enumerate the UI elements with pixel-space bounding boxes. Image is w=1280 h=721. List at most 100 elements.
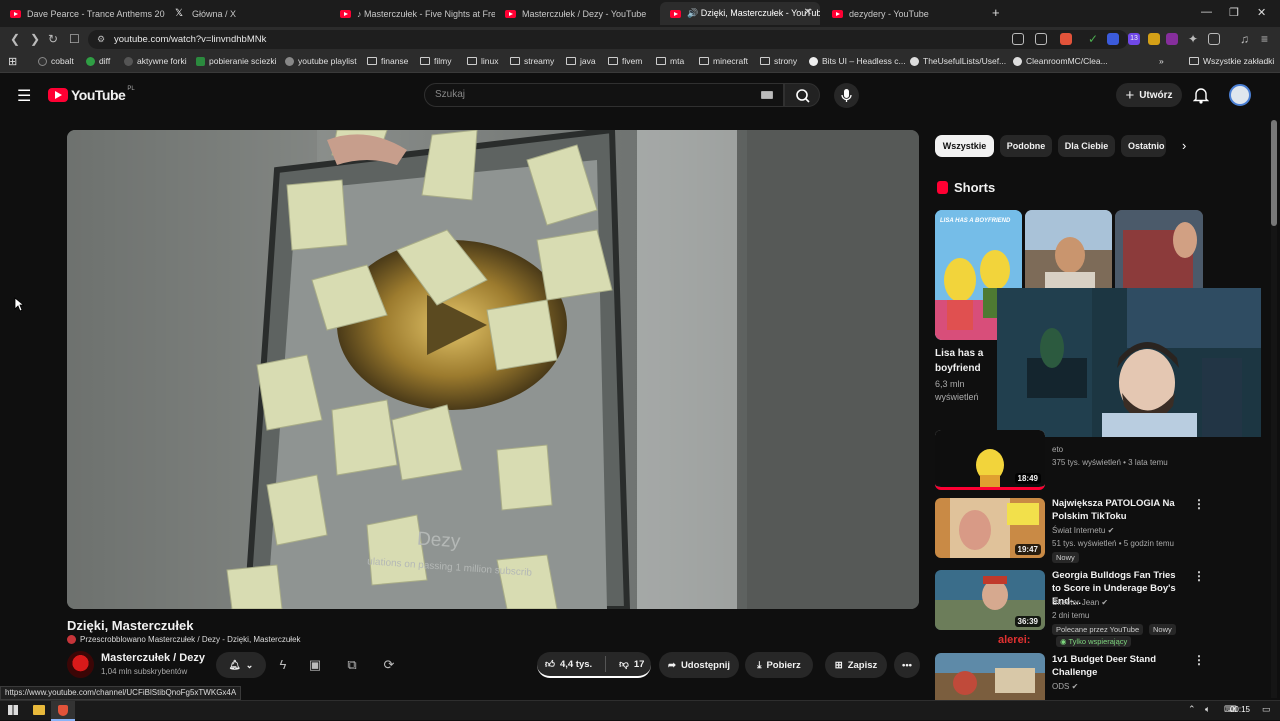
tab-dezydery[interactable]: dezydery - YouTube bbox=[822, 2, 987, 25]
url-field[interactable]: youtube.com/watch?v=linvndhbMNk bbox=[88, 30, 1128, 49]
bookmark-pobieranie[interactable]: pobieranie sciezki bbox=[196, 56, 277, 66]
miniplayer-icon[interactable]: ⧉ bbox=[343, 656, 361, 674]
lightning-icon[interactable]: ϟ bbox=[274, 656, 292, 674]
forward-icon[interactable]: ❯ bbox=[30, 32, 40, 46]
save-button[interactable]: ⊞ Zapisz bbox=[825, 652, 887, 678]
bookmark-folder-strony[interactable]: strony bbox=[760, 56, 797, 66]
chip-dla-ciebie[interactable]: Dla Ciebie bbox=[1058, 135, 1115, 157]
bookmark-folder-minecraft[interactable]: minecraft bbox=[699, 56, 748, 66]
back-icon[interactable]: ❮ bbox=[10, 32, 20, 46]
bookmark-cleanroommc[interactable]: CleanroomMC/Clea... bbox=[1013, 56, 1108, 66]
channel-avatar[interactable] bbox=[67, 651, 94, 678]
bookmark-bits-ui[interactable]: Bits UI – Headless c... bbox=[809, 56, 906, 66]
bookmark-folder-streamy[interactable]: streamy bbox=[510, 56, 554, 66]
video-thumbnail[interactable]: 36:39 bbox=[935, 570, 1045, 630]
more-bookmarks-icon[interactable]: » bbox=[1159, 56, 1164, 66]
extension-icon[interactable] bbox=[1166, 33, 1178, 45]
extensions-puzzle-icon[interactable]: ✦ bbox=[1188, 32, 1198, 46]
dislike-button[interactable]: 👎︎ 17 bbox=[619, 658, 644, 671]
download-button[interactable]: ⤓ Pobierz bbox=[745, 652, 813, 678]
site-info-icon[interactable]: ⚙ bbox=[97, 34, 105, 45]
close-window-button[interactable]: ✕ bbox=[1257, 6, 1266, 19]
bookmark-cobalt[interactable]: cobalt bbox=[38, 56, 74, 66]
bookmark-folder-linux[interactable]: linux bbox=[467, 56, 498, 66]
video-menu-icon[interactable]: ⋮ bbox=[1193, 497, 1205, 511]
close-tab-icon[interactable]: ✕ bbox=[804, 7, 812, 18]
taskbar-browser-button[interactable] bbox=[51, 701, 75, 721]
brave-shield-icon[interactable] bbox=[1060, 33, 1072, 45]
video-title[interactable]: 1v1 Budget Deer Stand Challenge bbox=[1052, 653, 1187, 679]
video-channel[interactable]: eto bbox=[1052, 445, 1063, 454]
bookmark-page-icon[interactable]: ☐ bbox=[69, 32, 80, 46]
tab-current-video[interactable]: 🔊 Dzięki, Masterczułek - YouTub ✕ bbox=[660, 2, 820, 25]
short-title[interactable]: Lisa has a boyfriend bbox=[935, 346, 1005, 376]
check-extension-icon[interactable]: ✓ bbox=[1088, 32, 1098, 46]
share-page-icon[interactable] bbox=[1035, 33, 1047, 45]
video-channel[interactable]: Świat Internetu ✔ bbox=[1052, 526, 1114, 535]
video-thumbnail[interactable]: 18:49 bbox=[935, 430, 1045, 490]
bookmark-aktywne-forki[interactable]: aktywne forki bbox=[124, 56, 187, 66]
chip-ostatnio[interactable]: Ostatnio bbox=[1121, 135, 1166, 157]
tab-channel[interactable]: Masterczułek / Dezy - YouTube bbox=[495, 2, 660, 25]
youtube-logo[interactable]: YouTube PL bbox=[48, 86, 135, 103]
more-actions-button[interactable]: ••• bbox=[894, 652, 920, 678]
page-scrollbar[interactable] bbox=[1271, 120, 1277, 698]
extension-icon[interactable] bbox=[1107, 33, 1119, 45]
tray-chevron-icon[interactable]: ⌃ bbox=[1188, 704, 1196, 715]
bookmark-folder-filmy[interactable]: filmy bbox=[420, 56, 451, 66]
create-button[interactable]: + Utwórz bbox=[1116, 83, 1182, 107]
hamburger-menu-icon[interactable]: ☰ bbox=[17, 86, 31, 106]
bookmark-folder-fivem[interactable]: fivem bbox=[608, 56, 642, 66]
search-input[interactable]: Szukaj bbox=[424, 83, 784, 107]
video-channel[interactable]: ODS ✔ bbox=[1052, 682, 1078, 691]
video-thumbnail[interactable] bbox=[935, 653, 1045, 700]
notification-center-icon[interactable]: ▭ bbox=[1262, 704, 1271, 715]
reload-icon[interactable]: ↻ bbox=[48, 32, 58, 46]
scrollbar-thumb[interactable] bbox=[1271, 120, 1277, 226]
channel-name[interactable]: Masterczułek / Dezy bbox=[101, 652, 205, 664]
cast-icon[interactable] bbox=[1012, 33, 1024, 45]
extension-icon[interactable] bbox=[1148, 33, 1160, 45]
chevron-right-icon[interactable]: › bbox=[1182, 138, 1186, 153]
bookmark-usefullists[interactable]: TheUsefulLists/Usef... bbox=[910, 56, 1006, 66]
bookmark-diff[interactable]: diff bbox=[86, 56, 110, 66]
chip-wszystkie[interactable]: Wszystkie bbox=[935, 135, 994, 157]
menu-icon[interactable]: ≡ bbox=[1261, 32, 1268, 46]
bookmark-folder-finanse[interactable]: finanse bbox=[367, 56, 408, 66]
voice-search-button[interactable] bbox=[834, 83, 859, 108]
notifications-bell-icon[interactable] bbox=[1192, 86, 1210, 109]
video-thumbnail[interactable]: 19:47 bbox=[935, 498, 1045, 558]
minimize-button[interactable]: — bbox=[1201, 6, 1212, 18]
share-button[interactable]: ➦ Udostępnij bbox=[659, 652, 739, 678]
restore-button[interactable]: ❐ bbox=[1229, 6, 1239, 19]
clock[interactable]: 00:15 bbox=[1230, 705, 1250, 714]
media-control-icon[interactable]: ♫ bbox=[1240, 32, 1249, 46]
keyboard-icon[interactable] bbox=[761, 91, 773, 99]
bookmark-folder-java[interactable]: java bbox=[566, 56, 596, 66]
new-tab-button[interactable]: + bbox=[992, 5, 1000, 20]
avatar[interactable] bbox=[1229, 84, 1251, 106]
video-channel[interactable]: Skeeter Jean ✔ bbox=[1052, 598, 1108, 607]
video-title[interactable]: Największa PATOLOGIA Na Polskim TikToku bbox=[1052, 497, 1187, 523]
file-explorer-icon[interactable] bbox=[33, 705, 45, 715]
video-menu-icon[interactable]: ⋮ bbox=[1193, 569, 1205, 583]
start-menu-icon[interactable] bbox=[8, 705, 18, 715]
sidebar-toggle-icon[interactable] bbox=[1208, 33, 1220, 45]
volume-icon[interactable]: 🔈︎ bbox=[1205, 704, 1210, 715]
like-button[interactable]: 👍︎ 4,4 tys. bbox=[545, 658, 592, 671]
subscription-bell-button[interactable]: 🔔︎ ⌄ bbox=[216, 652, 266, 678]
apps-grid-icon[interactable]: ⊞ bbox=[8, 55, 17, 68]
search-button[interactable] bbox=[784, 83, 820, 107]
all-bookmarks-folder[interactable]: Wszystkie zakładki bbox=[1189, 56, 1274, 66]
tab-dave-pearce[interactable]: Dave Pearce - Trance Anthems 2008 bbox=[0, 2, 165, 25]
tab-x-home[interactable]: 𝕏 Główna / X bbox=[165, 2, 330, 25]
chip-podobne[interactable]: Podobne bbox=[1000, 135, 1052, 157]
bookmark-youtube-playlist[interactable]: youtube playlist bbox=[285, 56, 357, 66]
video-menu-icon[interactable]: ⋮ bbox=[1193, 653, 1205, 667]
video-player[interactable]: Dezy ulations on passing 1 million subsc… bbox=[67, 130, 919, 609]
thumbnail-icon[interactable]: ▣ bbox=[306, 656, 324, 674]
extension-badge-icon[interactable]: 13 bbox=[1128, 33, 1140, 45]
loop-icon[interactable]: ⟳ bbox=[380, 656, 398, 674]
bookmark-folder-mta[interactable]: mta bbox=[656, 56, 684, 66]
tab-fnaf[interactable]: ♪ Masterczułek - Five Nights at Fredd bbox=[330, 2, 495, 25]
